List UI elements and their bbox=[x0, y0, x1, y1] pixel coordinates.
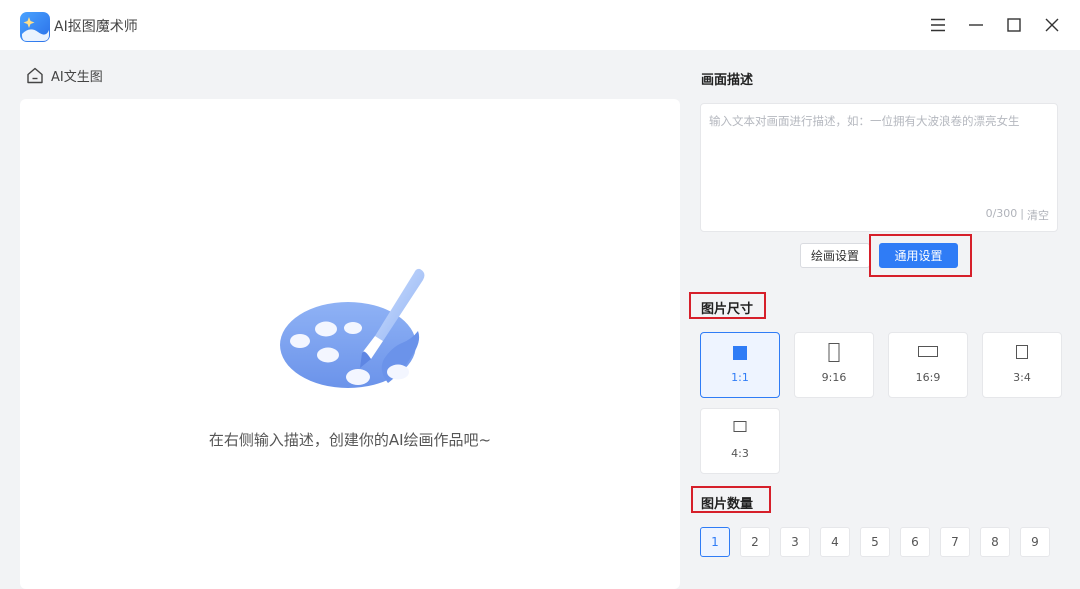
breadcrumb-label: AI文生图 bbox=[51, 69, 103, 85]
size-option-label: 4:3 bbox=[731, 447, 749, 460]
maximize-button[interactable] bbox=[1002, 13, 1026, 37]
description-input[interactable] bbox=[709, 113, 1049, 203]
size-option-1-1[interactable]: 1:1 bbox=[700, 332, 780, 398]
app-logo-icon bbox=[20, 12, 50, 42]
count-option-9[interactable]: 9 bbox=[1020, 527, 1050, 557]
count-option-1[interactable]: 1 bbox=[700, 527, 730, 557]
minimize-icon bbox=[969, 24, 983, 26]
size-option-16-9[interactable]: 16:9 bbox=[888, 332, 968, 398]
size-option-3-4[interactable]: 3:4 bbox=[982, 332, 1062, 398]
clear-button[interactable]: 清空 bbox=[1027, 207, 1049, 223]
minimize-button[interactable] bbox=[964, 13, 988, 37]
menu-icon bbox=[931, 18, 945, 32]
landscape-shape-icon bbox=[733, 421, 747, 432]
size-option-label: 9:16 bbox=[821, 371, 847, 384]
menu-button[interactable] bbox=[926, 13, 950, 37]
size-option-4-3[interactable]: 4:3 bbox=[700, 408, 780, 474]
count-option-7[interactable]: 7 bbox=[940, 527, 970, 557]
image-size-title: 图片尺寸 bbox=[701, 302, 754, 317]
size-option-9-16[interactable]: 9:16 bbox=[794, 332, 874, 398]
close-icon bbox=[1045, 18, 1059, 32]
canvas-panel: 在右侧输入描述，创建你的AI绘画作品吧~ bbox=[20, 99, 680, 589]
title-bar: AI抠图魔术师 bbox=[0, 0, 1080, 50]
maximize-icon bbox=[1007, 18, 1021, 32]
count-option-5[interactable]: 5 bbox=[860, 527, 890, 557]
portrait-shape-icon bbox=[1016, 345, 1028, 359]
char-counter: 0/300 bbox=[985, 207, 1018, 220]
description-footer: 0/300 | 清空 bbox=[986, 207, 1049, 223]
size-option-label: 16:9 bbox=[915, 371, 941, 384]
count-option-8[interactable]: 8 bbox=[980, 527, 1010, 557]
image-count-title: 图片数量 bbox=[701, 497, 754, 512]
tab-general-settings[interactable]: 通用设置 bbox=[879, 243, 958, 268]
size-option-label: 3:4 bbox=[1013, 371, 1031, 384]
canvas-hint: 在右侧输入描述，创建你的AI绘画作品吧~ bbox=[208, 431, 492, 449]
description-title: 画面描述 bbox=[701, 73, 754, 88]
landscape-shape-icon bbox=[918, 346, 938, 357]
home-icon bbox=[27, 67, 43, 83]
count-option-6[interactable]: 6 bbox=[900, 527, 930, 557]
count-option-3[interactable]: 3 bbox=[780, 527, 810, 557]
app-title: AI抠图魔术师 bbox=[54, 19, 138, 35]
count-option-4[interactable]: 4 bbox=[820, 527, 850, 557]
count-option-2[interactable]: 2 bbox=[740, 527, 770, 557]
breadcrumb[interactable]: AI文生图 bbox=[26, 64, 103, 86]
tab-draw-settings[interactable]: 绘画设置 bbox=[800, 243, 870, 268]
size-option-label: 1:1 bbox=[731, 371, 749, 384]
description-box: 0/300 | 清空 bbox=[700, 103, 1058, 232]
palette-brush-icon bbox=[280, 268, 425, 388]
portrait-shape-icon bbox=[828, 343, 840, 362]
footer-separator: | bbox=[1020, 207, 1024, 220]
square-shape-icon bbox=[733, 346, 747, 360]
close-button[interactable] bbox=[1040, 13, 1064, 37]
